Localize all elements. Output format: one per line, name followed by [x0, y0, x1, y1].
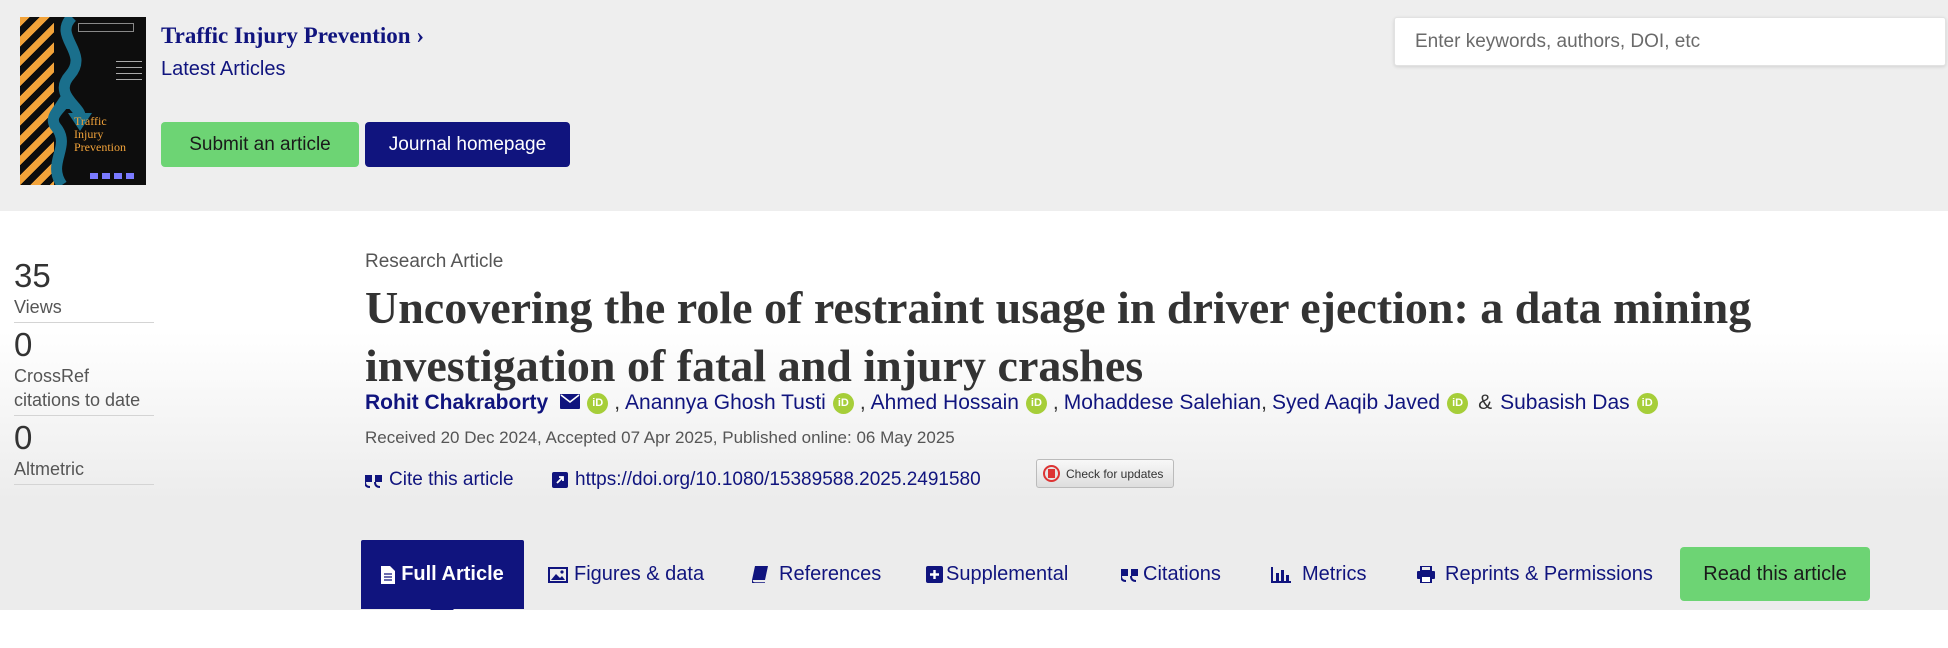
article-title: Uncovering the role of restraint usage i…	[365, 282, 1752, 391]
tab-reprints-permissions[interactable]: Reprints & Permissions	[1417, 540, 1653, 609]
orcid-icon[interactable]: iD	[1447, 392, 1469, 414]
author-separator: ,	[1261, 391, 1267, 414]
check-for-updates-button[interactable]: Check for updates	[1036, 459, 1174, 488]
tab-citations[interactable]: Citations	[1121, 540, 1221, 609]
author-separator: ,	[614, 391, 621, 414]
tab-supplemental[interactable]: Supplemental	[926, 540, 1068, 609]
cover-logos	[90, 173, 136, 179]
doi-link[interactable]: https://doi.org/10.1080/15389588.2025.24…	[552, 469, 981, 491]
tab-label: Supplemental	[946, 563, 1069, 585]
print-icon	[1417, 566, 1435, 583]
metric-label: Views	[14, 297, 62, 317]
article-metrics: 35 Views 0 CrossRef citations to date 0 …	[14, 257, 154, 488]
metric-value: 35	[14, 257, 51, 294]
orcid-icon[interactable]: iD	[587, 392, 609, 414]
latest-articles-link[interactable]: Latest Articles	[161, 58, 286, 81]
journal-title-text: Traffic Injury Prevention	[161, 23, 411, 48]
cover-publisher-badge	[78, 23, 134, 32]
orcid-icon[interactable]: iD	[1025, 392, 1047, 414]
cite-label: Cite this article	[389, 469, 514, 490]
metric-label: Altmetric	[14, 459, 85, 479]
metric-crossref[interactable]: 0 CrossRef citations to date	[14, 326, 154, 416]
quote-icon	[365, 473, 383, 488]
journal-homepage-button[interactable]: Journal homepage	[365, 122, 570, 167]
author-link[interactable]: Subasish Das	[1500, 391, 1630, 415]
tab-figures-data[interactable]: Figures & data	[548, 540, 704, 609]
article-header: 35 Views 0 CrossRef citations to date 0 …	[0, 211, 1948, 620]
cover-arrow-graphic	[47, 17, 92, 185]
author-list: Rohit Chakraborty iD , Anannya Ghosh Tus…	[365, 391, 1664, 415]
journal-header: Traffic Injury Prevention Traffic Injury…	[0, 0, 1948, 211]
tab-metrics[interactable]: Metrics	[1271, 540, 1366, 609]
tab-label: Full Article	[401, 563, 504, 585]
cover-title: Traffic Injury Prevention	[74, 114, 126, 154]
orcid-icon[interactable]: iD	[1636, 392, 1658, 414]
author-link[interactable]: Anannya Ghosh Tusti	[625, 391, 826, 415]
tab-label: References	[779, 563, 882, 585]
chevron-right-icon: ›	[416, 23, 424, 48]
doi-text: https://doi.org/10.1080/15389588.2025.24…	[575, 469, 981, 490]
metric-views: 35 Views	[14, 257, 154, 323]
image-icon	[548, 566, 568, 583]
file-icon	[381, 565, 396, 584]
metric-label: CrossRef citations to date	[14, 366, 141, 410]
publication-dates: Received 20 Dec 2024, Accepted 07 Apr 20…	[365, 428, 955, 447]
tab-label: Figures & data	[574, 563, 705, 585]
author-link[interactable]: Rohit Chakraborty	[365, 391, 548, 415]
tab-label: Reprints & Permissions	[1445, 563, 1653, 585]
check-updates-label: Check for updates	[1066, 466, 1164, 481]
book-icon	[752, 566, 768, 583]
article-tabs: Full Article Figures & data References S…	[0, 540, 1948, 621]
tab-full-article[interactable]: Full Article	[361, 540, 524, 609]
orcid-icon[interactable]: iD	[832, 392, 854, 414]
envelope-icon[interactable]	[560, 391, 581, 415]
crossmark-icon	[1043, 465, 1060, 482]
tab-label: Citations	[1143, 563, 1221, 585]
submit-article-button[interactable]: Submit an article	[161, 122, 359, 167]
plus-square-icon	[926, 566, 943, 583]
journal-cover-image[interactable]: Traffic Injury Prevention	[20, 17, 146, 185]
tab-references[interactable]: References	[752, 540, 881, 609]
metric-value: 0	[14, 419, 33, 456]
cover-issue-info	[116, 61, 142, 83]
author-separator: ,	[859, 391, 866, 414]
tab-label: Metrics	[1302, 563, 1367, 585]
author-link[interactable]: Syed Aaqib Javed	[1272, 391, 1440, 415]
metric-altmetric[interactable]: 0 Altmetric	[14, 419, 154, 485]
journal-title-link[interactable]: Traffic Injury Prevention ›	[161, 23, 424, 49]
bar-chart-icon	[1271, 566, 1291, 583]
author-separator: ,	[1052, 391, 1059, 414]
search-input[interactable]	[1394, 17, 1946, 66]
author-link[interactable]: Mohaddese Salehian	[1064, 391, 1261, 415]
external-link-icon	[552, 472, 568, 488]
author-link[interactable]: Ahmed Hossain	[871, 391, 1019, 415]
page-body-start	[0, 610, 1948, 648]
cite-article-link[interactable]: Cite this article	[365, 469, 514, 491]
author-ampersand: &	[1478, 391, 1493, 414]
quote-icon	[1121, 567, 1139, 582]
article-type: Research Article	[365, 251, 504, 272]
metric-value: 0	[14, 326, 33, 363]
read-this-article-button[interactable]: Read this article	[1680, 547, 1870, 601]
